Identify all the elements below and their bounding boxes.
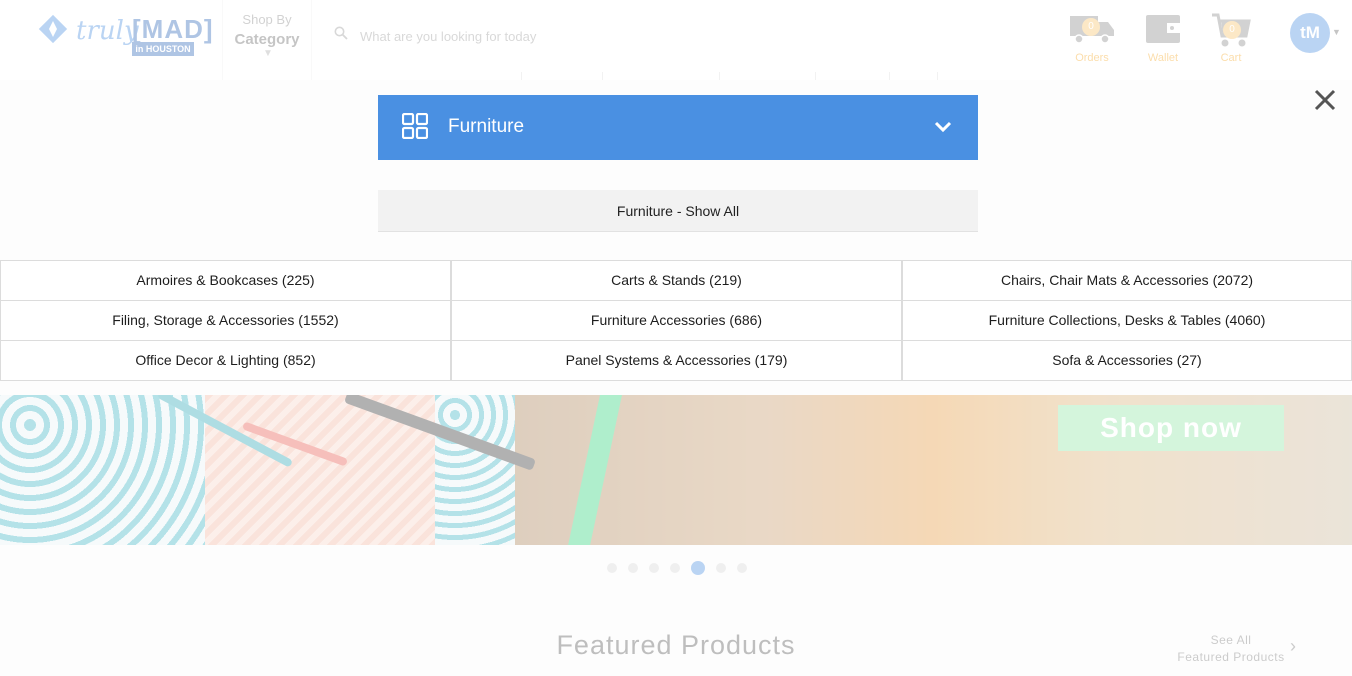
logo-mad: [MAD] — [132, 14, 214, 44]
shop-now-button[interactable]: Shop now — [1058, 405, 1284, 451]
avatar[interactable]: tM — [1290, 13, 1330, 53]
site-header: truly [MAD] in HOUSTON Shop By Category … — [0, 0, 1352, 80]
search-bar — [330, 18, 1030, 54]
search-icon — [334, 26, 348, 40]
cart-count-badge: 0 — [1223, 21, 1241, 39]
chevron-right-icon[interactable]: › — [1290, 636, 1296, 657]
wallet-label: Wallet — [1147, 52, 1179, 64]
subcategory-link[interactable]: Carts & Stands (219) — [451, 261, 902, 301]
carousel-dot[interactable] — [737, 563, 747, 573]
nav-divider — [521, 72, 522, 80]
nav-divider — [937, 72, 938, 80]
carousel-dot[interactable] — [670, 563, 680, 573]
see-all-line2: Featured Products — [1177, 650, 1285, 664]
subcategory-link[interactable]: Sofa & Accessories (27) — [902, 341, 1352, 381]
subcategory-link[interactable]: Office Decor & Lighting (852) — [0, 341, 451, 381]
carousel-dot-active[interactable] — [691, 561, 705, 575]
chevron-down-icon — [934, 121, 952, 133]
carousel-dot[interactable] — [716, 563, 726, 573]
logo-sub: in HOUSTON — [132, 42, 194, 56]
banner-pattern — [435, 395, 515, 545]
carousel-dot[interactable] — [628, 563, 638, 573]
page: truly [MAD] in HOUSTON Shop By Category … — [0, 0, 1352, 676]
orders-button[interactable]: 0 Orders — [1062, 10, 1122, 70]
category-select[interactable]: Furniture — [378, 95, 978, 160]
subcategory-link[interactable]: Furniture Accessories (686) — [451, 301, 902, 341]
shop-by-category-button[interactable]: Shop By Category ▼ — [222, 0, 312, 80]
carousel-dot[interactable] — [649, 563, 659, 573]
subcategory-link[interactable]: Furniture Collections, Desks & Tables (4… — [902, 301, 1352, 341]
see-all-featured-link[interactable]: See All Featured Products — [1170, 632, 1292, 666]
category-select-label: Furniture — [448, 116, 525, 137]
logo-diamond-icon — [38, 14, 68, 44]
banner-pattern — [0, 395, 205, 545]
featured-products-title: Featured Products — [556, 630, 796, 660]
carousel-dot[interactable] — [607, 563, 617, 573]
subcategory-link[interactable]: Panel Systems & Accessories (179) — [451, 341, 902, 381]
grid-icon — [402, 113, 428, 139]
orders-label: Orders — [1075, 52, 1109, 64]
orders-count-badge: 0 — [1082, 18, 1100, 36]
category-label: Category — [234, 31, 300, 48]
chevron-down-icon: ▼ — [263, 48, 273, 59]
promo-banner[interactable]: Shop now — [0, 395, 1352, 545]
wallet-icon — [1146, 15, 1180, 43]
nav-divider — [815, 72, 816, 80]
see-all-line1: See All — [1210, 633, 1252, 647]
carousel-dots — [605, 561, 755, 575]
subcategory-link[interactable]: Filing, Storage & Accessories (1552) — [0, 301, 451, 341]
logo-word: truly — [76, 16, 139, 46]
nav-divider — [719, 72, 720, 80]
site-logo[interactable]: truly [MAD] in HOUSTON — [36, 10, 213, 62]
subcategory-link[interactable]: Armoires & Bookcases (225) — [0, 261, 451, 301]
close-icon[interactable] — [1311, 86, 1339, 114]
caret-down-icon[interactable]: ▼ — [1332, 27, 1341, 37]
shop-by-label: Shop By — [242, 12, 292, 27]
wallet-button[interactable]: Wallet — [1133, 10, 1193, 70]
nav-bar — [0, 72, 1352, 80]
nav-divider — [889, 72, 890, 80]
cart-button[interactable]: 0 Cart — [1201, 10, 1261, 70]
show-all-button[interactable]: Furniture - Show All — [378, 190, 978, 232]
cart-label: Cart — [1220, 52, 1242, 64]
search-input[interactable] — [360, 18, 1020, 54]
nav-divider — [602, 72, 603, 80]
subcategory-link[interactable]: Chairs, Chair Mats & Accessories (2072) — [902, 261, 1352, 301]
subcategory-grid: Armoires & Bookcases (225) Carts & Stand… — [0, 260, 1352, 381]
